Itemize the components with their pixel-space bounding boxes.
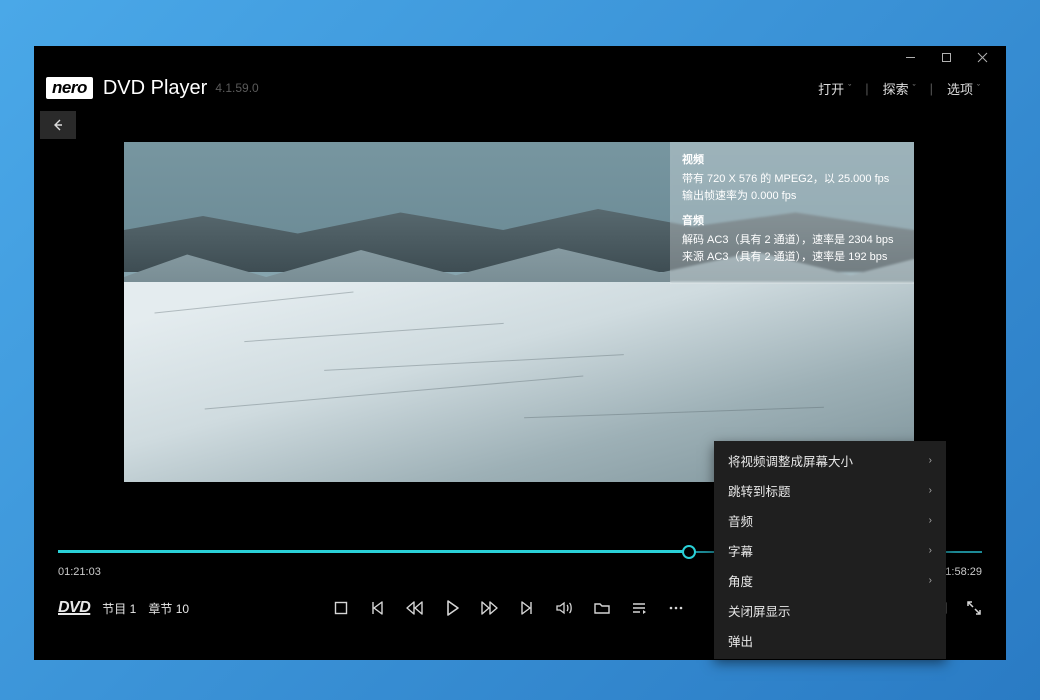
info-audio-line: 解码 AC3（具有 2 通道），速率是 2304 bps [682,232,902,249]
ctx-item-fit-screen[interactable]: 将视频调整成屏幕大小 › [714,445,946,475]
header-menu: 打开ˇ | 探索ˇ | 选项ˇ [804,79,994,98]
chevron-down-icon: ˇ [913,83,916,93]
rewind-button[interactable] [405,600,423,616]
more-button[interactable] [667,600,685,616]
ctx-item-subtitle[interactable]: 字幕 › [714,535,946,565]
app-version: 4.1.59.0 [215,81,258,95]
chevron-right-icon: › [929,545,932,556]
info-video-line: 输出帧速率为 0.000 fps [682,188,902,205]
arrow-left-icon [50,117,66,133]
dvd-logo: DVD [58,599,90,617]
info-video-header: 视频 [682,152,902,169]
ctx-item-angle[interactable]: 角度 › [714,565,946,595]
brand-logo: nero [46,77,93,99]
forward-button[interactable] [481,600,499,616]
info-audio-line: 来源 AC3（具有 2 通道），速率是 192 bps [682,249,902,266]
ctx-label: 角度 [728,571,753,590]
ctx-item-close-osd[interactable]: 关闭屏显示 [714,595,946,625]
window-titlebar [34,46,1006,68]
menu-options[interactable]: 选项 ˇ [933,79,994,98]
ctx-item-audio[interactable]: 音频 › [714,505,946,535]
info-video-line: 带有 720 X 576 的 MPEG2，以 25.000 fps [682,171,902,188]
ctx-label: 将视频调整成屏幕大小 [728,451,853,470]
chevron-right-icon: › [929,515,932,526]
time-current: 01:21:03 [58,566,101,578]
menu-explore-label: 探索 [883,79,909,98]
menu-explore[interactable]: 探索 ˇ [869,79,930,98]
disc-status: DVD 节目 1 章节 10 [58,599,189,617]
prev-button[interactable] [369,600,385,616]
ctx-label: 关闭屏显示 [728,601,791,620]
chapter-label: 章节 10 [148,600,189,617]
chevron-right-icon: › [929,575,932,586]
chevron-down-icon: ˇ [848,83,851,93]
menu-open-label: 打开 [818,79,844,98]
menu-options-label: 选项 [947,79,973,98]
maximize-button[interactable] [928,46,964,68]
seek-progress [58,550,689,553]
volume-button[interactable] [555,600,573,616]
ctx-label: 跳转到标题 [728,481,791,500]
app-header: nero DVD Player 4.1.59.0 打开ˇ | 探索ˇ | 选项ˇ [34,68,1006,108]
info-audio-header: 音频 [682,213,902,230]
next-button[interactable] [519,600,535,616]
chevron-down-icon: ˇ [977,83,980,93]
program-label: 节目 1 [102,600,136,617]
ctx-label: 音频 [728,511,753,530]
seek-knob[interactable] [682,545,696,559]
close-button[interactable] [964,46,1000,68]
ctx-item-eject[interactable]: 弹出 [714,625,946,655]
video-frame: 视频 带有 720 X 576 的 MPEG2，以 25.000 fps 输出帧… [124,142,914,482]
back-button[interactable] [40,111,76,139]
ctx-label: 弹出 [728,631,753,650]
app-window: nero DVD Player 4.1.59.0 打开ˇ | 探索ˇ | 选项ˇ [34,46,1006,660]
chevron-right-icon: › [929,485,932,496]
info-overlay: 视频 带有 720 X 576 的 MPEG2，以 25.000 fps 输出帧… [670,142,914,284]
playlist-button[interactable] [631,600,647,616]
context-menu: 将视频调整成屏幕大小 › 跳转到标题 › 音频 › 字幕 › 角度 › 关闭屏显示 弹出 [714,441,946,659]
play-button[interactable] [443,599,461,617]
menu-open[interactable]: 打开 ˇ [804,79,865,98]
ctx-item-jump-title[interactable]: 跳转到标题 › [714,475,946,505]
ctx-label: 字幕 [728,541,753,560]
app-title: DVD Player [103,77,207,100]
folder-button[interactable] [593,600,611,616]
minimize-button[interactable] [892,46,928,68]
nav-row [34,108,1006,142]
stop-button[interactable] [333,600,349,616]
fullscreen-button[interactable] [966,600,982,616]
chevron-right-icon: › [929,455,932,466]
